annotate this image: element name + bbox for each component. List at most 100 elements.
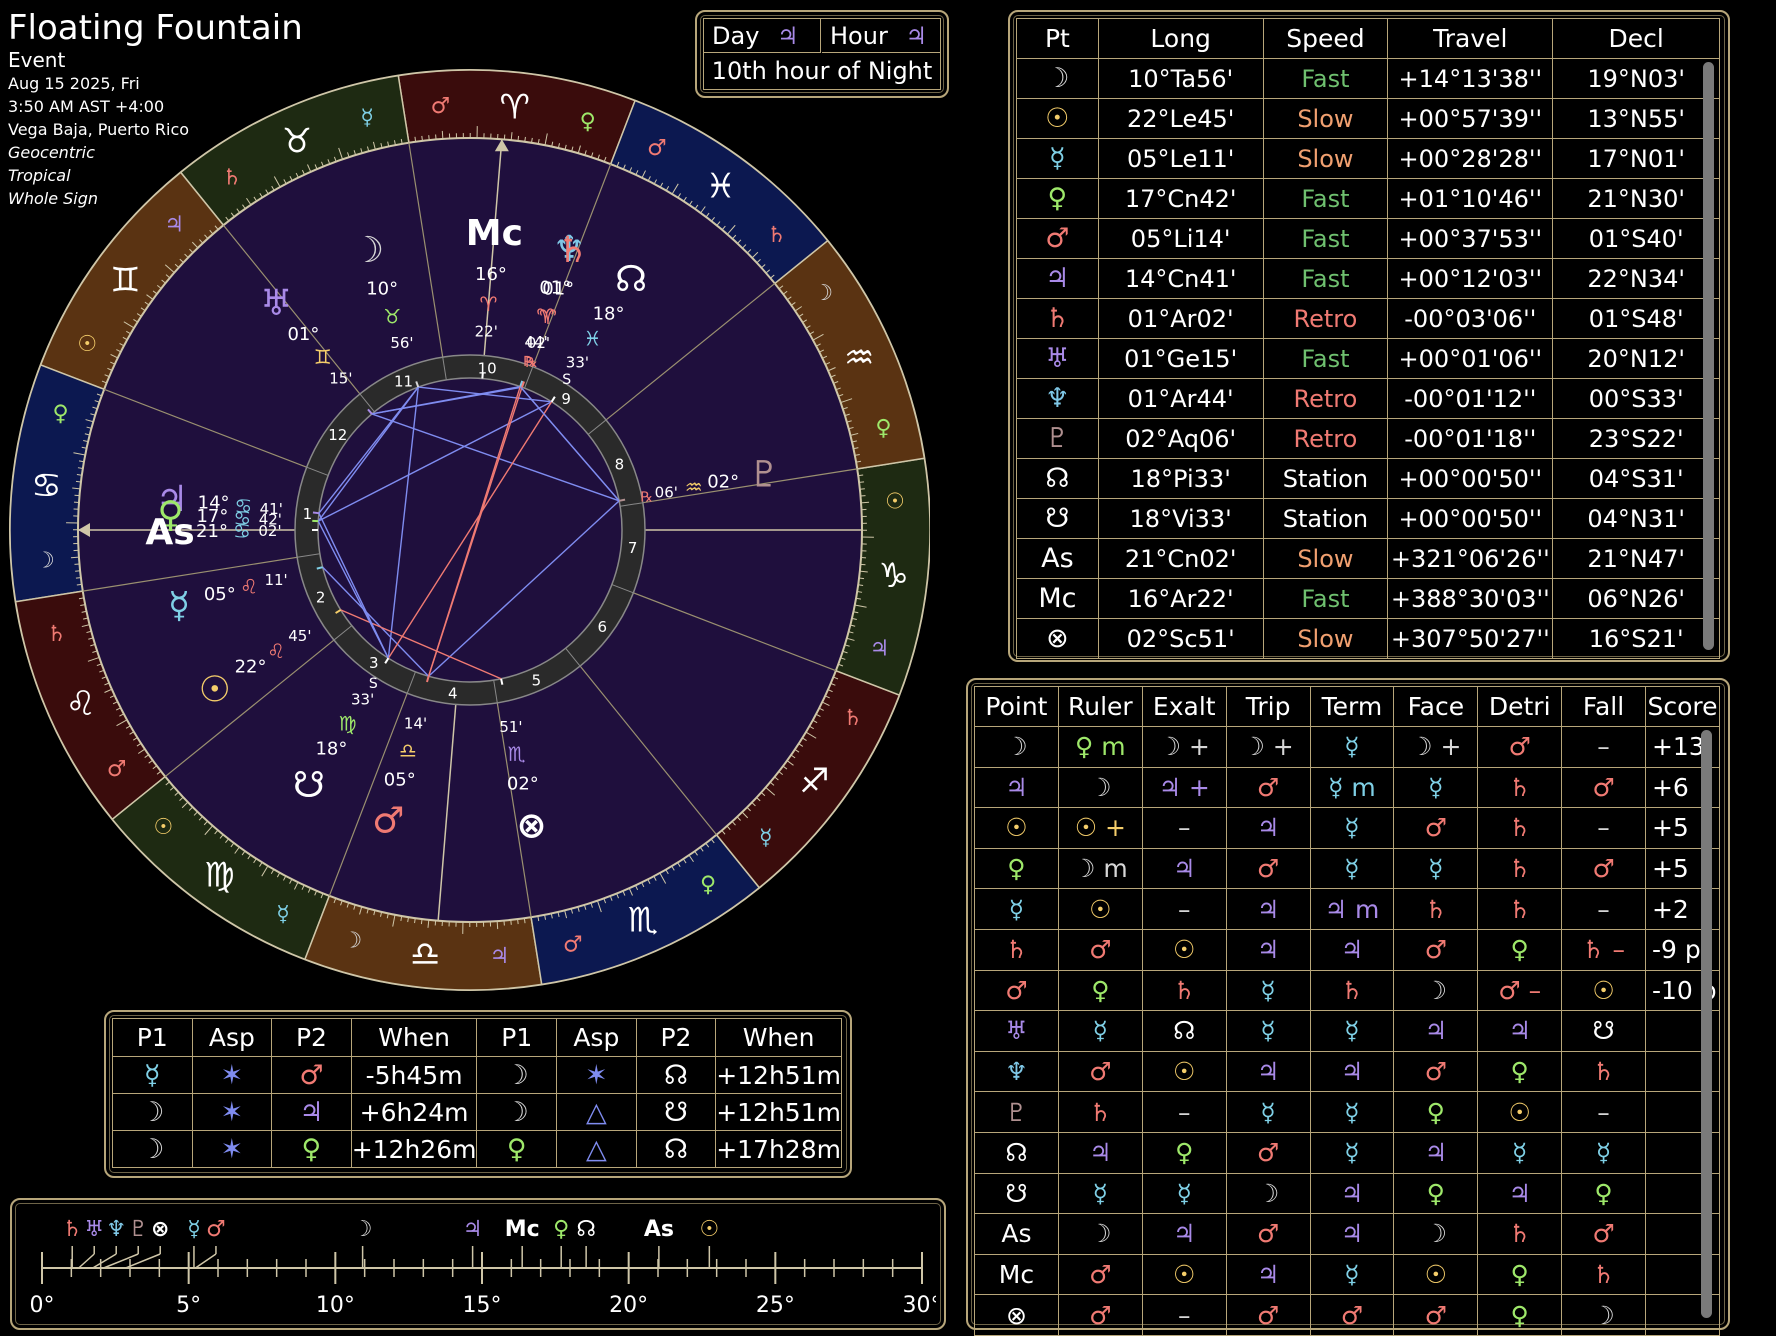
planet-row[interactable]: ☉22°Le45'Slow+00°57'39''13°N55' [1017,99,1720,139]
planet-row[interactable]: ♃14°Cn41'Fast+00°12'03''22°N34' [1017,259,1720,299]
aspect-col-header[interactable]: P2 [636,1019,716,1057]
dignity-trip-cell: ☽ + [1226,727,1310,768]
aspect-col-header[interactable]: P1 [477,1019,557,1057]
planet-glyph-icon[interactable]: ☉ [199,670,231,711]
dignity-row[interactable]: ♄♂☉♃♃♂♀♄ –-9 p [975,929,1720,970]
planet-travel: +14°13'38'' [1388,59,1553,99]
planet-declination: 01°S48' [1553,299,1720,339]
planet-glyph-icon[interactable]: Mc [466,213,523,254]
planet-glyph-icon: ⊗ [1017,619,1099,659]
planet-sign-icon: ♌ [267,639,285,663]
planet-glyph-icon[interactable]: ♂ [372,801,404,842]
planet-col-header[interactable]: Pt [1017,19,1099,59]
planet-row[interactable]: ♀17°Cn42'Fast+01°10'46''21°N30' [1017,179,1720,219]
dignity-row[interactable]: ☿☉–♃♃ m♄♄–+2 [975,889,1720,930]
dignity-row[interactable]: ♀☽ m♃♂☿☿♄♂+5 [975,848,1720,889]
dignity-face-cell: ☿ [1394,767,1478,808]
planet-col-header[interactable]: Decl [1553,19,1720,59]
aspect-col-header[interactable]: Asp [557,1019,637,1057]
dignity-col-header[interactable]: Fall [1562,687,1646,727]
planet-glyph-icon[interactable]: ⊗ [516,806,546,847]
dignity-fall-cell: ♄ [1562,1051,1646,1092]
planet-glyph-icon[interactable]: ☽ [352,230,384,271]
dignity-col-header[interactable]: Point [975,687,1059,727]
planet-col-header[interactable]: Speed [1263,19,1388,59]
planet-row[interactable]: ☿05°Le11'Slow+00°28'28''17°N01' [1017,139,1720,179]
aspect-row[interactable]: ☿✶♂-5h45m☽✶☊+12h51m [113,1057,842,1094]
planet-speed: Slow [1263,139,1388,179]
dignity-exalt-cell: ♃ + [1142,767,1226,808]
aspect-col-header[interactable]: When [351,1019,477,1057]
dignity-row[interactable]: ☽♀ m☽ +☽ +☿☽ +♂–+13 [975,727,1720,768]
planet-glyph-icon[interactable]: As [145,512,194,553]
dignity-row[interactable]: ☉☉ +–♃☿♂♄–+5 [975,808,1720,849]
planet-glyph-icon[interactable]: ♇ [748,454,780,495]
aspect-col-header[interactable]: When [716,1019,842,1057]
dignity-trip-cell: ♃ [1226,1051,1310,1092]
planet-row[interactable]: ☽10°Ta56'Fast+14°13'38''19°N03' [1017,59,1720,99]
planet-glyph-icon[interactable]: ♄ [556,230,588,271]
dignity-row[interactable]: As☽♃♂♃☽♄♂ [975,1214,1720,1255]
dignity-row[interactable]: ☊♃♀♂☿♃☿☿ [975,1132,1720,1173]
planet-travel: -00°01'12'' [1388,379,1553,419]
planet-glyph-icon[interactable]: ☊ [615,259,647,300]
planet-col-header[interactable]: Travel [1388,19,1553,59]
planet-glyph-icon[interactable]: ♅ [260,283,292,324]
planet-longitude: 02°Sc51' [1098,619,1263,659]
aspect-row[interactable]: ☽✶♀+12h26m♀△☊+17h28m [113,1131,842,1168]
planet-row[interactable]: ♅01°Ge15'Fast+00°01'06''20°N12' [1017,339,1720,379]
aspect-p1-icon: ☽ [113,1094,193,1131]
zodiac-sign-icon: ♍ [204,856,234,896]
dignity-term-cell: ♃ [1310,1173,1394,1214]
planet-row[interactable]: ♂05°Li14'Fast+00°37'53''01°S40' [1017,219,1720,259]
planet-row[interactable]: ☊18°Pi33'Station+00°00'50''04°S31' [1017,459,1720,499]
planet-glyph-icon[interactable]: ☿ [168,585,190,626]
dignity-col-header[interactable]: Score [1645,687,1719,727]
planet-row[interactable]: Mc16°Ar22'Fast+388°30'03''06°N26' [1017,579,1720,619]
dignity-row[interactable]: ♃☽♃ +♂☿ m☿♄♂+6 [975,767,1720,808]
planet-sign-icon: ♌ [240,575,258,599]
dignity-ruler-cell: ☿ [1058,1173,1142,1214]
dignity-col-header[interactable]: Ruler [1058,687,1142,727]
dignity-row[interactable]: ♂♀♄☿♄☽♂ –☉-10 p [975,970,1720,1011]
planet-glyph-icon[interactable]: ☋ [293,765,325,806]
dignity-col-header[interactable]: Term [1310,687,1394,727]
dignity-col-header[interactable]: Face [1394,687,1478,727]
decan-ruler-icon: ☽ [35,548,55,573]
aspect-when: +17h28m [716,1131,842,1168]
aspect-col-header[interactable]: P1 [113,1019,193,1057]
dignity-face-cell: ♃ [1394,1132,1478,1173]
house-number: 4 [448,685,458,703]
dignity-point-icon: ☊ [975,1132,1059,1173]
dignity-col-header[interactable]: Detri [1478,687,1562,727]
planet-degree: 10° [366,278,398,299]
planet-row[interactable]: ♇02°Aq06'Retro-00°01'18''23°S22' [1017,419,1720,459]
dignity-row[interactable]: ⊗♂–♂♂♂♀☽ [975,1295,1720,1336]
dignity-row[interactable]: ☋☿☿☽♃♀♃♀ [975,1173,1720,1214]
dignity-col-header[interactable]: Exalt [1142,687,1226,727]
dignity-exalt-cell: ☉ [1142,1051,1226,1092]
dignity-row[interactable]: ♆♂☉♃♃♂♀♄ [975,1051,1720,1092]
planet-table-scrollbar[interactable] [1703,62,1714,650]
dignity-face-cell: ☽ [1394,1214,1478,1255]
aspect-col-header[interactable]: P2 [272,1019,352,1057]
planet-col-header[interactable]: Long [1098,19,1263,59]
dignity-trip-cell: ♂ [1226,1132,1310,1173]
dignity-row[interactable]: ♇♄–☿☿♀☉– [975,1092,1720,1133]
dignity-exalt-cell: – [1142,808,1226,849]
planet-row[interactable]: ⊗02°Sc51'Slow+307°50'27''16°S21' [1017,619,1720,659]
dignities-scrollbar[interactable] [1701,730,1712,1318]
planet-row[interactable]: As21°Cn02'Slow+321°06'26''21°N47' [1017,539,1720,579]
aspect-col-header[interactable]: Asp [192,1019,272,1057]
zodiac-sign-icon: ♊ [110,260,140,300]
dignity-row[interactable]: ♅☿☊☿☿♃♃☋ [975,1011,1720,1052]
planet-row[interactable]: ♆01°Ar44'Retro-00°01'12''00°S33' [1017,379,1720,419]
dignity-row[interactable]: Mc♂☉♃☿☉♀♄ [975,1254,1720,1295]
house-number: 2 [316,588,326,606]
planet-declination: 06°N26' [1553,579,1720,619]
planet-row[interactable]: ☋18°Vi33'Station+00°00'50''04°N31' [1017,499,1720,539]
dignity-term-cell: ☿ [1310,1254,1394,1295]
dignity-col-header[interactable]: Trip [1226,687,1310,727]
aspect-row[interactable]: ☽✶♃+6h24m☽△☋+12h51m [113,1094,842,1131]
planet-row[interactable]: ♄01°Ar02'Retro-00°03'06''01°S48' [1017,299,1720,339]
